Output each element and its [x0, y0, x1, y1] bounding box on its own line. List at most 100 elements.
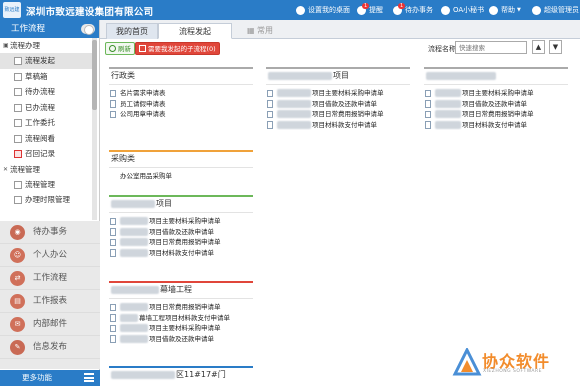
sidebar-item-done[interactable]: 已办流程 [0, 100, 96, 116]
category-project-col2: 项目 项目主要材料采购申请单 项目借款及还款申请单 项目日常费用报销申请单 项目… [266, 67, 410, 130]
report-icon: ▤ [10, 294, 25, 309]
list-item[interactable]: 项目日常费用报销申请单 [424, 109, 568, 120]
sidebar-item-start-process[interactable]: 流程发起 [0, 53, 96, 69]
toolbar: 刷新 需要我发起的子流程(0) 流程名称: ▲ ▼ [100, 39, 580, 57]
module-workflow[interactable]: ⇄ 工作流程 [0, 267, 100, 290]
sidebar-toggle[interactable] [81, 24, 95, 35]
company-name: 深圳市致远建设集团有限公司 [26, 7, 154, 18]
list-item[interactable]: 项目借款及还款申请单 [424, 99, 568, 110]
list-item[interactable]: 公司用章申请表 [109, 109, 253, 120]
grid-icon: ▦ [246, 26, 258, 35]
reminder-button[interactable]: 1 提醒 [357, 0, 383, 20]
list-item[interactable]: 项目主要材料采购申请单 [109, 216, 253, 227]
up-button[interactable]: ▲ [532, 40, 545, 54]
sidebar-item-process-management[interactable]: 流程管理 [0, 177, 96, 193]
user-icon [532, 5, 541, 15]
module-todo[interactable]: ◉ 待办事务 [0, 221, 100, 244]
chat-icon: ✎ [10, 340, 25, 355]
document-icon [425, 121, 431, 129]
module-personal[interactable]: ☺ 个人办公 [0, 244, 100, 267]
done-icon [14, 103, 22, 112]
category-title: 幕墙工程 [109, 281, 253, 296]
redacted-text [111, 285, 159, 294]
list-item[interactable]: 项目材料款支付申请单 [266, 120, 410, 131]
document-icon [110, 249, 116, 257]
document-icon [425, 110, 431, 118]
company-logo: 致远建设 [3, 2, 21, 29]
process-catalog: 行政类 名片需求申请表 员工请假申请表 公司用章申请表 采购类 办公室用品采购单… [100, 57, 580, 386]
admin-user-button[interactable]: 超级管理员 [532, 0, 579, 20]
module-mail[interactable]: ✉ 内部邮件 [0, 313, 100, 336]
category-project-2: 幕墙工程 项目日常费用报销申请单 幕墙工程项目材料款支付申请单 项目主要材料采购… [109, 281, 253, 344]
tree-group-process-handling[interactable]: ▣ 流程办理 [0, 38, 96, 53]
list-item[interactable]: 员工请假申请表 [109, 99, 253, 110]
redacted-text [111, 370, 175, 379]
refresh-button[interactable]: 刷新 [105, 42, 135, 55]
person-icon: ☺ [10, 248, 25, 263]
list-item[interactable]: 项目日常费用报销申请单 [266, 109, 410, 120]
list-item[interactable]: 项目主要材料采购申请单 [266, 88, 410, 99]
list-item[interactable]: 办公室用品采购单 [109, 171, 253, 182]
list-item[interactable]: 项目借款及还款申请单 [109, 227, 253, 238]
down-button[interactable]: ▼ [549, 40, 562, 54]
category-project-1: 项目 项目主要材料采购申请单 项目借款及还款申请单 项目日常费用报销申请单 项目… [109, 195, 253, 258]
sidebar: 工作流程 ▣ 流程办理 流程发起 草稿箱 待办流程 已办流程 工作委托 流程阅看… [0, 20, 100, 386]
tab-start-process[interactable]: 流程发起 [158, 23, 232, 39]
subprocess-button[interactable]: 需要我发起的子流程(0) [135, 42, 220, 55]
list-item[interactable]: 项目借款及还款申请单 [266, 99, 410, 110]
review-icon [14, 134, 22, 143]
category-title: 项目 [109, 195, 253, 210]
sidebar-item-drafts[interactable]: 草稿箱 [0, 69, 96, 85]
list-item[interactable]: 项目借款及还款申请单 [109, 334, 253, 345]
more-functions-button[interactable]: 更多功能 [0, 370, 100, 386]
chevron-down-icon: ▼ [552, 43, 559, 51]
tab-home[interactable]: 我的首页 [106, 23, 158, 39]
module-reports[interactable]: ▤ 工作报表 [0, 290, 100, 313]
scrollbar-thumb[interactable] [92, 40, 97, 110]
search-input[interactable] [455, 41, 527, 54]
document-icon [425, 100, 431, 108]
sidebar-item-recall[interactable]: 召回记录 [0, 146, 96, 162]
pending-icon [14, 88, 22, 96]
help-button[interactable]: 帮助 ▼ [489, 0, 521, 20]
list-item[interactable]: 项目日常费用报销申请单 [109, 302, 253, 313]
sidebar-item-delegation[interactable]: 工作委托 [0, 115, 96, 131]
timer-icon [14, 196, 22, 204]
document-icon [110, 238, 116, 246]
tree-group-process-management[interactable]: ✕ 流程管理 [0, 162, 96, 177]
sidebar-scrollbar[interactable] [92, 38, 97, 220]
category-project-3: 区11#17#门 [109, 366, 253, 381]
desktop-settings-button[interactable]: 设置我的桌面 [296, 0, 350, 20]
document-icon [267, 89, 273, 97]
document-icon [110, 110, 116, 118]
reminder-badge: 1 [362, 2, 370, 9]
document-icon [110, 228, 116, 236]
category-title: 采购类 [109, 150, 253, 165]
sidebar-item-time-limit[interactable]: 办理时限管理 [0, 192, 96, 208]
refresh-icon [109, 45, 116, 52]
sidebar-item-pending[interactable]: 待办流程 [0, 84, 96, 100]
document-icon [267, 110, 273, 118]
module-news[interactable]: ✎ 信息发布 [0, 336, 100, 359]
list-item[interactable]: 项目主要材料采购申请单 [424, 88, 568, 99]
assistant-icon [441, 5, 450, 15]
document-icon [110, 324, 116, 332]
list-item[interactable]: 项目日常费用报销申请单 [109, 237, 253, 248]
list-item[interactable]: 幕墙工程项目材料款支付申请单 [109, 313, 253, 324]
document-icon [425, 89, 431, 97]
list-item[interactable]: 名片需求申请表 [109, 88, 253, 99]
tab-frequent[interactable]: ▦ 常用 [240, 23, 280, 39]
tab-bar: 我的首页 流程发起 ▦ 常用 [100, 20, 580, 39]
document-icon [110, 303, 116, 311]
sidebar-tree: ▣ 流程办理 流程发起 草稿箱 待办流程 已办流程 工作委托 流程阅看 召回记录… [0, 38, 96, 220]
list-item[interactable]: 项目材料款支付申请单 [109, 248, 253, 259]
main-panel: 我的首页 流程发起 ▦ 常用 刷新 需要我发起的子流程(0) 流程名称: ▲ ▼… [100, 20, 580, 386]
category-title: 行政类 [109, 67, 253, 82]
list-item[interactable]: 项目主要材料采购申请单 [109, 323, 253, 334]
oa-assistant-button[interactable]: OA小秘书 [441, 0, 484, 20]
category-purchase: 采购类 办公室用品采购单 [109, 150, 253, 182]
watermark-logo-icon [452, 348, 482, 376]
todo-button[interactable]: 1 待办事务 [393, 0, 433, 20]
list-item[interactable]: 项目材料款支付申请单 [424, 120, 568, 131]
sidebar-item-review[interactable]: 流程阅看 [0, 131, 96, 147]
